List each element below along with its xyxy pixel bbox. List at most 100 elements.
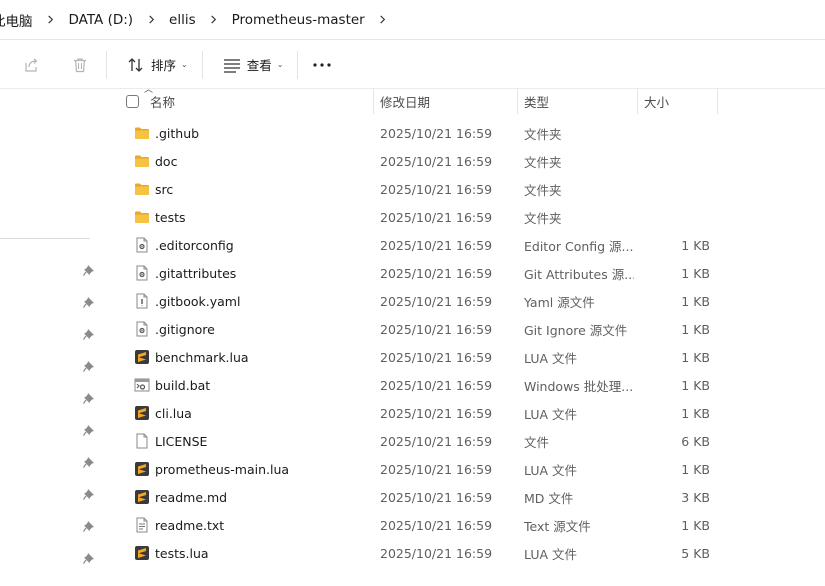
share-icon[interactable] [16, 49, 48, 81]
file-name: doc [155, 153, 178, 169]
file-size: 1 KB [681, 377, 710, 393]
file-name-cell[interactable]: cli.lua [134, 399, 374, 427]
nav-divider [0, 238, 90, 239]
file-name-cell[interactable]: .editorconfig [134, 231, 374, 259]
file-row[interactable]: benchmark.lua 2025/10/21 16:59 LUA 文件 1 … [100, 343, 825, 371]
view-label: 查看 [246, 58, 272, 73]
column-header-name[interactable]: 名称 [150, 89, 175, 114]
file-name: readme.txt [155, 517, 225, 533]
file-type: 文件夹 [524, 154, 562, 170]
file-name-cell[interactable]: LICENSE [134, 427, 374, 455]
file-row[interactable]: LICENSE 2025/10/21 16:59 文件 6 KB [100, 427, 825, 455]
view-button[interactable]: 查看 ⌄ [217, 49, 290, 81]
breadcrumb-prometheus-master[interactable]: Prometheus-master [226, 12, 371, 28]
column-header-row: 名称 修改日期 类型 大小 [100, 89, 825, 114]
file-row[interactable]: tests 2025/10/21 16:59 文件夹 [100, 203, 825, 231]
file-name-cell[interactable]: build.bat [134, 371, 374, 399]
file-size [638, 119, 710, 147]
file-row[interactable]: .gitbook.yaml 2025/10/21 16:59 Yaml 源文件 … [100, 287, 825, 315]
file-size: 1 KB [681, 237, 710, 253]
delete-icon[interactable] [64, 49, 96, 81]
file-modified: 2025/10/21 16:59 [380, 321, 493, 337]
file-modified: 2025/10/21 16:59 [380, 153, 493, 169]
pin-icon[interactable] [83, 424, 95, 436]
file-row[interactable]: .gitattributes 2025/10/21 16:59 Git Attr… [100, 259, 825, 287]
file-modified: 2025/10/21 16:59 [380, 237, 493, 253]
file-name-cell[interactable]: readme.txt [134, 511, 374, 539]
file-type: 文件夹 [524, 210, 562, 226]
file-size: 1 KB [681, 461, 710, 477]
sort-label: 排序 [151, 58, 177, 73]
file-type: 文件夹 [524, 126, 562, 142]
chevron-down-icon: ⌄ [181, 60, 188, 69]
pin-icon[interactable] [83, 328, 95, 340]
file-row[interactable]: readme.txt 2025/10/21 16:59 Text 源文件 1 K… [100, 511, 825, 539]
file-modified: 2025/10/21 16:59 [380, 517, 493, 533]
file-size: 3 KB [681, 489, 710, 505]
file-row[interactable]: .github 2025/10/21 16:59 文件夹 [100, 119, 825, 147]
file-name-cell[interactable]: readme.md [134, 483, 374, 511]
file-row[interactable]: doc 2025/10/21 16:59 文件夹 [100, 147, 825, 175]
file-name: build.bat [155, 377, 211, 393]
column-header-size[interactable]: 大小 [644, 89, 669, 114]
more-options-icon[interactable] [306, 49, 338, 81]
address-bar[interactable]: 此电脑 DATA (D:) ellis Prometheus-master [0, 0, 825, 40]
file-row[interactable]: readme.md 2025/10/21 16:59 MD 文件 3 KB [100, 483, 825, 511]
pin-icon[interactable] [83, 296, 95, 308]
view-list-icon [223, 58, 240, 73]
file-size [638, 147, 710, 175]
file-name-cell[interactable]: .github [134, 119, 374, 147]
pin-icon[interactable] [83, 456, 95, 468]
file-name: tests.lua [155, 545, 209, 561]
file-type: LUA 文件 [524, 546, 578, 562]
file-type: LUA 文件 [524, 462, 578, 478]
file-size: 1 KB [681, 405, 710, 421]
chevron-right-icon[interactable] [42, 11, 60, 29]
pin-icon[interactable] [83, 488, 95, 500]
command-bar: 排序 ⌄ 查看 ⌄ [0, 41, 825, 89]
file-name-cell[interactable]: .gitignore [134, 315, 374, 343]
file-modified: 2025/10/21 16:59 [380, 349, 493, 365]
file-row[interactable]: .editorconfig 2025/10/21 16:59 Editor Co… [100, 231, 825, 259]
breadcrumb-data-drive[interactable]: DATA (D:) [63, 12, 140, 28]
file-name-cell[interactable]: benchmark.lua [134, 343, 374, 371]
file-modified: 2025/10/21 16:59 [380, 181, 493, 197]
sort-button[interactable]: 排序 ⌄ [121, 49, 194, 81]
file-modified: 2025/10/21 16:59 [380, 489, 493, 505]
pin-icon[interactable] [83, 552, 95, 564]
column-header-modified[interactable]: 修改日期 [380, 89, 430, 114]
breadcrumb-this-pc[interactable]: 此电脑 [0, 10, 39, 30]
file-size: 1 KB [681, 321, 710, 337]
file-row[interactable]: cli.lua 2025/10/21 16:59 LUA 文件 1 KB [100, 399, 825, 427]
chevron-right-icon[interactable] [205, 11, 223, 29]
pin-icon[interactable] [83, 360, 95, 372]
file-name-cell[interactable]: prometheus-main.lua [134, 455, 374, 483]
file-modified: 2025/10/21 16:59 [380, 125, 493, 141]
file-name: .editorconfig [155, 237, 234, 253]
file-row[interactable]: .gitignore 2025/10/21 16:59 Git Ignore 源… [100, 315, 825, 343]
pin-icon[interactable] [83, 264, 95, 276]
column-header-type[interactable]: 类型 [524, 89, 549, 114]
file-row[interactable]: tests.lua 2025/10/21 16:59 LUA 文件 5 KB [100, 539, 825, 567]
file-name-cell[interactable]: .gitbook.yaml [134, 287, 374, 315]
file-size: 1 KB [681, 349, 710, 365]
pin-icon[interactable] [83, 520, 95, 532]
pin-icon[interactable] [83, 392, 95, 404]
file-name-cell[interactable]: tests [134, 203, 374, 231]
file-row[interactable]: src 2025/10/21 16:59 文件夹 [100, 175, 825, 203]
file-name-cell[interactable]: doc [134, 147, 374, 175]
chevron-down-icon: ⌄ [276, 60, 284, 69]
sort-icon [128, 57, 143, 72]
file-name-cell[interactable]: src [134, 175, 374, 203]
file-modified: 2025/10/21 16:59 [380, 209, 493, 225]
file-name: prometheus-main.lua [155, 461, 290, 477]
chevron-right-icon[interactable] [374, 11, 392, 29]
chevron-right-icon[interactable] [142, 11, 160, 29]
file-name: readme.md [155, 489, 228, 505]
file-row[interactable]: prometheus-main.lua 2025/10/21 16:59 LUA… [100, 455, 825, 483]
file-type: Windows 批处理... [524, 378, 634, 394]
file-name-cell[interactable]: tests.lua [134, 539, 374, 567]
file-row[interactable]: build.bat 2025/10/21 16:59 Windows 批处理..… [100, 371, 825, 399]
file-name-cell[interactable]: .gitattributes [134, 259, 374, 287]
breadcrumb-ellis[interactable]: ellis [163, 12, 202, 28]
